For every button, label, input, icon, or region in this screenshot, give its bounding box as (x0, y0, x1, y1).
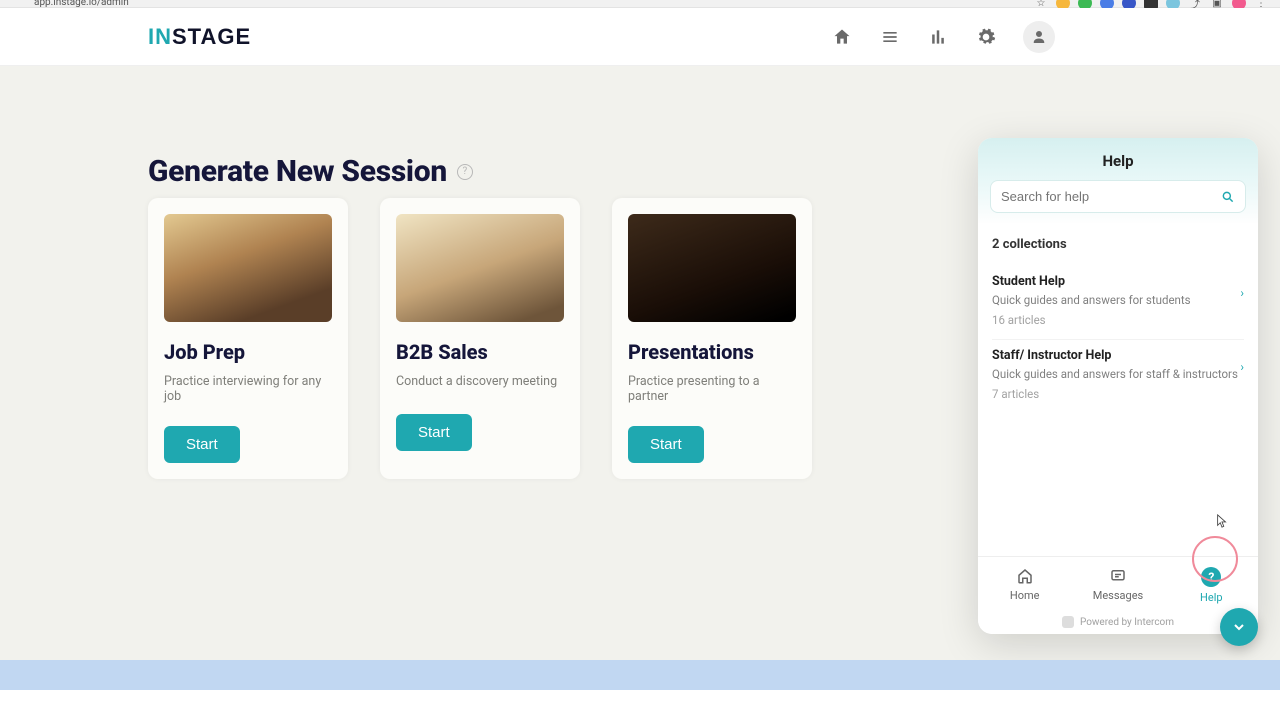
search-icon[interactable] (1221, 190, 1235, 204)
home-icon[interactable] (831, 26, 853, 48)
card-desc: Practice presenting to a partner (628, 374, 796, 404)
logo-part1: IN (148, 24, 172, 50)
intercom-icon (1062, 616, 1074, 628)
top-nav: INSTAGE (0, 8, 1280, 66)
logo-part2: STAGE (172, 24, 251, 50)
help-tabs: Home Messages ? Help (978, 556, 1258, 610)
collection-student-help[interactable]: Student Help Quick guides and answers fo… (992, 266, 1244, 340)
help-fab[interactable] (1220, 608, 1258, 646)
collection-count: 7 articles (992, 387, 1244, 401)
help-search-input[interactable] (1001, 189, 1213, 204)
chevron-right-icon: › (1240, 360, 1244, 374)
chart-icon[interactable] (927, 26, 949, 48)
help-widget: Help 2 collections Student Help Quick gu… (978, 138, 1258, 634)
info-icon[interactable]: ? (457, 164, 473, 180)
start-button[interactable]: Start (164, 426, 240, 463)
card-b2b-sales: B2B Sales Conduct a discovery meeting St… (380, 198, 580, 479)
help-header: Help (978, 138, 1258, 223)
card-title: Job Prep (164, 340, 332, 364)
workspace: Generate New Session ? Job Prep Practice… (0, 66, 1280, 690)
card-title: B2B Sales (396, 340, 564, 364)
powered-by[interactable]: Powered by Intercom (978, 610, 1258, 634)
collections-count: 2 collections (992, 237, 1244, 252)
browser-chrome: app.instage.io/admin ☆ ⤴ ▣ ⋮ (0, 0, 1280, 8)
tab-label: Messages (1093, 589, 1143, 602)
logo[interactable]: INSTAGE (148, 24, 251, 50)
help-body: 2 collections Student Help Quick guides … (978, 223, 1258, 556)
collection-title: Staff/ Instructor Help (992, 348, 1244, 363)
start-button[interactable]: Start (396, 414, 472, 451)
collection-desc: Quick guides and answers for staff & ins… (992, 367, 1244, 381)
card-desc: Conduct a discovery meeting (396, 374, 564, 392)
tab-label: Home (1010, 589, 1040, 602)
help-search[interactable] (990, 180, 1246, 213)
card-image (628, 214, 796, 322)
powered-label: Powered by Intercom (1080, 617, 1174, 628)
card-presentations: Presentations Practice presenting to a p… (612, 198, 812, 479)
collection-staff-help[interactable]: Staff/ Instructor Help Quick guides and … (992, 340, 1244, 413)
user-icon[interactable] (1023, 21, 1055, 53)
page-title: Generate New Session (148, 154, 447, 189)
footer-strip (0, 660, 1280, 690)
help-tab-help[interactable]: ? Help (1171, 567, 1251, 604)
card-job-prep: Job Prep Practice interviewing for any j… (148, 198, 348, 479)
section-header: Generate New Session ? (148, 154, 473, 189)
cursor-icon (1216, 514, 1226, 524)
browser-url: app.instage.io/admin (34, 0, 129, 8)
card-title: Presentations (628, 340, 796, 364)
card-image (164, 214, 332, 322)
collection-count: 16 articles (992, 313, 1244, 327)
help-title: Help (990, 152, 1246, 170)
help-tab-home[interactable]: Home (985, 567, 1065, 604)
nav-icons (831, 21, 1055, 53)
start-button[interactable]: Start (628, 426, 704, 463)
list-icon[interactable] (879, 26, 901, 48)
session-cards: Job Prep Practice interviewing for any j… (148, 198, 812, 479)
card-image (396, 214, 564, 322)
gear-icon[interactable] (975, 26, 997, 48)
home-icon (1016, 567, 1034, 585)
collection-title: Student Help (992, 274, 1244, 289)
help-tab-messages[interactable]: Messages (1078, 567, 1158, 604)
chevron-right-icon: › (1240, 286, 1244, 300)
tab-label: Help (1200, 591, 1223, 604)
collection-desc: Quick guides and answers for students (992, 293, 1244, 307)
help-icon: ? (1201, 567, 1221, 587)
card-desc: Practice interviewing for any job (164, 374, 332, 404)
messages-icon (1109, 567, 1127, 585)
